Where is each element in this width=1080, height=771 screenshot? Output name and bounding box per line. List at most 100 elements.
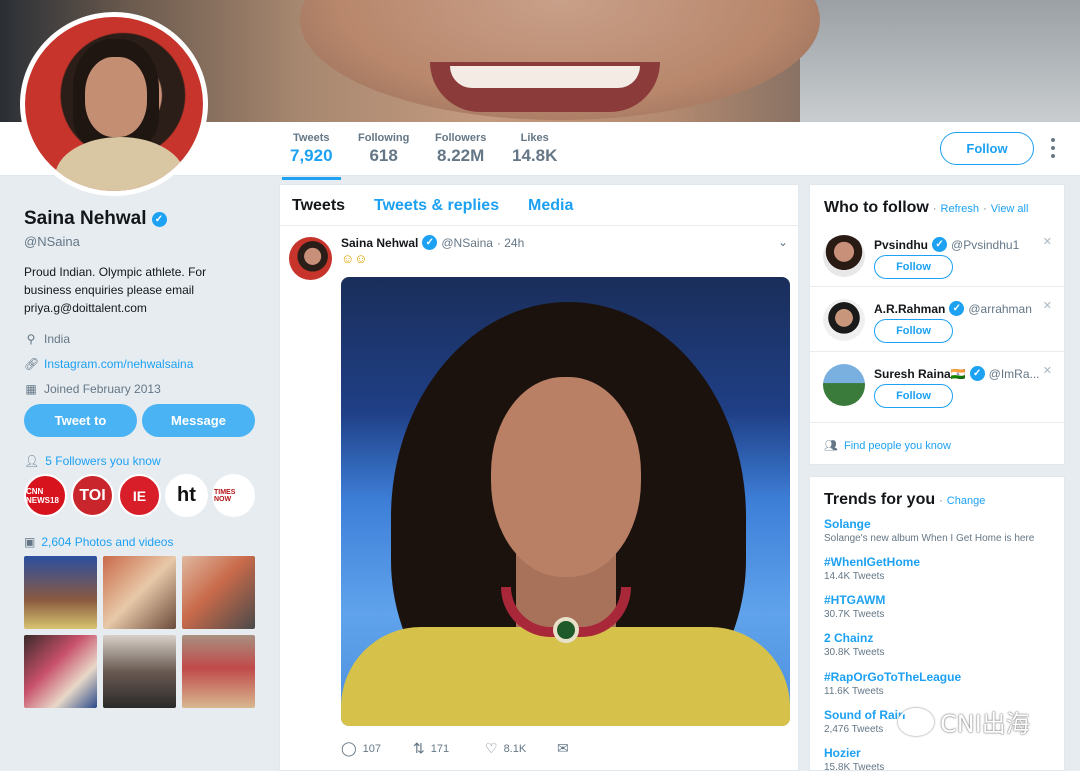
photo-thumb[interactable] [182,635,255,708]
like-count: 8.1K [503,742,527,755]
stat-label: Tweets [293,132,330,144]
times-now-avatar[interactable]: TIMES NOW [212,474,255,517]
trend-item[interactable]: #WhenIGetHome 14.4K Tweets [824,555,1056,582]
profile-actions: Tweet to Message [24,404,255,437]
profile-joined: ▦ Joined February 2013 [25,381,161,396]
location-icon: ⚲ [26,331,36,346]
tweet-author-handle[interactable]: @NSaina [441,236,493,250]
follow-button[interactable]: Follow [874,255,953,279]
photo-thumb[interactable] [24,556,97,629]
close-icon[interactable]: ✕ [1043,364,1052,377]
photo-thumb[interactable] [24,635,97,708]
retweet-icon: ⇅ [413,740,425,756]
timeline-tabs: Tweets Tweets & replies Media [280,185,798,226]
banner-teeth [450,66,640,88]
trend-item[interactable]: #RapOrGoToTheLeague 11.6K Tweets [824,670,1056,697]
tweet-text: ☺☺ [341,251,368,266]
followers-you-know[interactable]: 👤︎ 5 Followers you know [24,454,161,468]
trends-header: Trends for you · Change [824,491,986,508]
photo-thumb[interactable] [182,556,255,629]
people-icon: 👥︎ [824,440,838,452]
trend-item[interactable]: 2 Chainz 30.8K Tweets [824,631,1056,658]
tab-tweets[interactable]: Tweets [292,197,345,215]
profile-handle: @NSaina [24,234,80,249]
follow-button[interactable]: Follow [874,319,953,343]
find-people-link[interactable]: 👥︎ Find people you know [824,439,951,453]
reply-action[interactable]: ◯ 107 [341,740,413,757]
tweet-to-button[interactable]: Tweet to [24,404,137,437]
profile-avatar[interactable] [20,12,208,196]
stat-value: 14.8K [512,146,558,165]
trend-item[interactable]: Solange Solange's new album When I Get H… [824,517,1056,544]
more-options-icon[interactable] [1048,138,1058,158]
calendar-icon: ▦ [25,381,37,396]
tweet-header: Saina Nehwal ✓ @NSaina · 24h [341,235,524,250]
watermark: CNI出海 [898,704,1030,739]
dm-action[interactable]: ✉ [557,740,629,757]
cnn-news18-avatar[interactable]: CNN NEWS18 [24,474,67,517]
envelope-icon: ✉ [557,740,569,756]
ht-avatar[interactable]: ht [165,474,208,517]
stat-following[interactable]: Following 618 [358,132,409,166]
tweet-time[interactable]: · 24h [497,236,524,250]
stat-value: 618 [369,146,398,165]
chevron-down-icon[interactable]: ⌄ [778,235,788,249]
profile-website[interactable]: 🔗︎ Instagram.com/nehwalsaina [24,356,264,371]
who-to-follow-header: Who to follow · Refresh · View all [824,199,1029,216]
suggestion-pvsindhu: Pvsindhu ✓ @Pvsindhu1 ✕ Follow [810,235,1064,299]
avatar[interactable] [823,364,865,406]
reply-count: 107 [362,742,382,755]
profile-card: Saina Nehwal ✓ @NSaina Proud Indian. Oly… [24,208,264,396]
retweet-action[interactable]: ⇅ 171 [413,740,485,757]
stat-likes[interactable]: Likes 14.8K [512,132,557,166]
retweet-count: 171 [430,742,450,755]
banner-background [800,0,1080,122]
image-icon: ▣ [24,535,36,549]
divider [810,351,1064,352]
refresh-link[interactable]: Refresh [941,203,980,215]
close-icon[interactable]: ✕ [1043,235,1052,248]
follow-button[interactable]: Follow [874,384,953,408]
stat-label: Likes [520,132,549,144]
trend-item[interactable]: #HTGAWM 30.7K Tweets [824,593,1056,620]
reply-icon: ◯ [341,740,357,756]
trend-item[interactable]: Hozier 15.8K Tweets [824,746,1056,771]
photo-thumb[interactable] [103,556,176,629]
who-to-follow-title: Who to follow [824,199,929,216]
view-all-link[interactable]: View all [991,203,1029,215]
verified-icon: ✓ [949,301,965,316]
verified-icon: ✓ [969,366,985,381]
photo-thumb[interactable] [103,635,176,708]
suggestion-sureshraina: Suresh Raina🇮🇳 ✓ @ImRa... ✕ Follow [810,364,1064,428]
tab-tweets-replies[interactable]: Tweets & replies [374,197,499,215]
person-icon: 👤︎ [24,454,40,468]
profile-name: Saina Nehwal [24,208,147,229]
photos-and-videos-link[interactable]: ▣ 2,604 Photos and videos [24,535,173,549]
profile-name-row: Saina Nehwal ✓ [24,208,264,230]
tweet-actions: ◯ 107 ⇅ 171 ♡ 8.1K ✉ [341,740,629,757]
message-button[interactable]: Message [142,404,255,437]
tweet[interactable]: Saina Nehwal ✓ @NSaina · 24h ⌄ ☺☺ ◯ 107 … [280,227,798,771]
tweet-author-name[interactable]: Saina Nehwal [341,236,418,250]
like-action[interactable]: ♡ 8.1K [485,740,557,757]
stat-followers[interactable]: Followers 8.22M [435,132,486,166]
stat-value: 8.22M [437,146,485,165]
toi-avatar[interactable]: TOI [71,474,114,517]
tweet-avatar[interactable] [289,237,332,280]
profile-location: ⚲ India [24,331,264,346]
change-link[interactable]: Change [947,495,986,507]
stat-tweets[interactable]: Tweets 7,920 [282,132,341,180]
link-icon: 🔗︎ [24,356,40,371]
tab-media[interactable]: Media [528,197,573,215]
divider [810,422,1064,423]
tweet-image[interactable] [341,277,790,726]
follow-button[interactable]: Follow [940,132,1034,165]
close-icon[interactable]: ✕ [1043,299,1052,312]
heart-icon: ♡ [485,740,498,756]
avatar[interactable] [823,299,865,341]
avatar[interactable] [823,235,865,277]
trends-title: Trends for you [824,491,936,508]
indian-express-avatar[interactable]: IE [118,474,161,517]
stat-value: 7,920 [290,146,333,165]
followers-you-know-avatars: CNN NEWS18 TOI IE ht TIMES NOW [24,474,255,517]
